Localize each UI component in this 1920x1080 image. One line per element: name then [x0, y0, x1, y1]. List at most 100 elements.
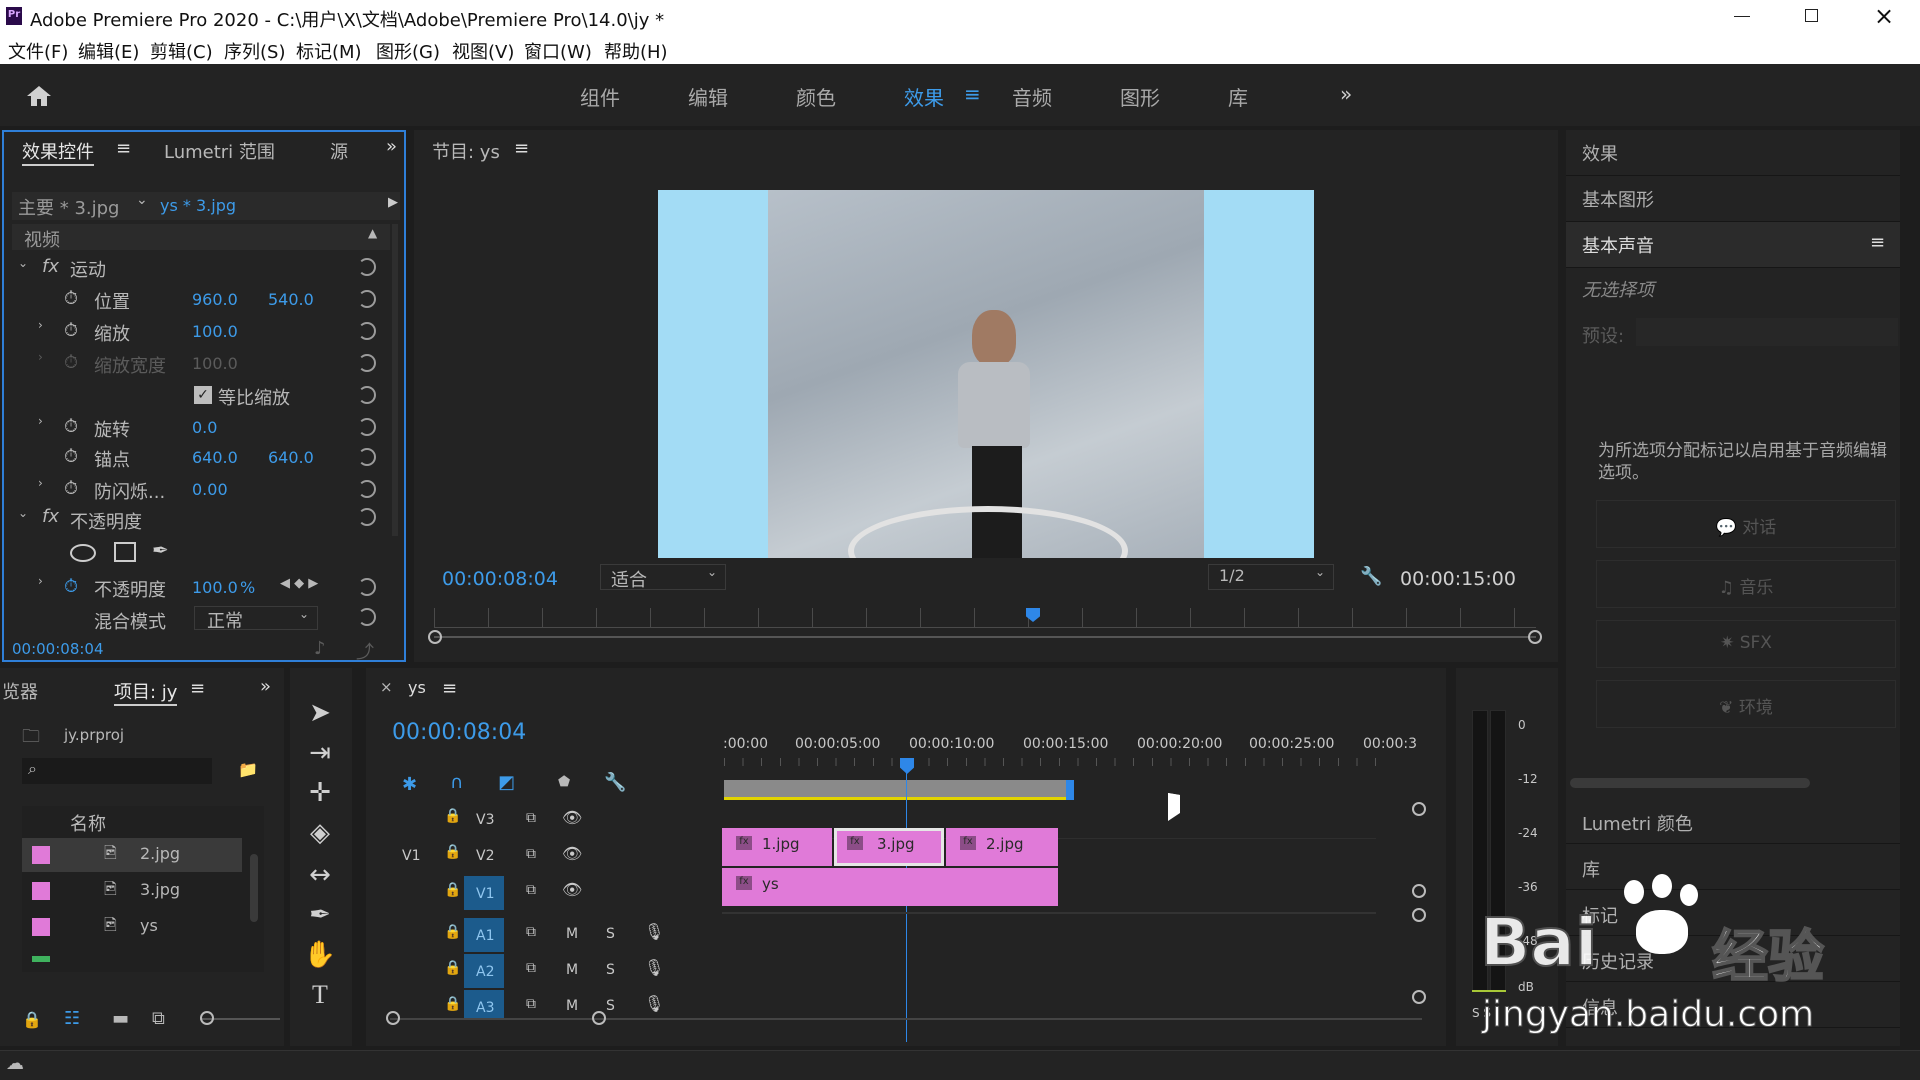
list-item[interactable]: 🖻 2.jpg [22, 838, 242, 872]
workspace-editing[interactable]: 编辑 [688, 82, 728, 111]
pen-tool-icon[interactable]: ✒ [300, 900, 340, 930]
sfx-button[interactable]: ✷ SFX [1596, 620, 1896, 668]
sync-lock-icon[interactable]: ⧉ [526, 882, 536, 898]
menu-sequence[interactable]: 序列(S) [224, 38, 285, 64]
solo-button[interactable]: S [606, 962, 615, 978]
home-icon[interactable] [26, 84, 52, 108]
timeline-settings-wrench-icon[interactable]: 🔧 [604, 772, 626, 793]
effects-panel-header[interactable]: 效果 [1566, 130, 1900, 176]
anchor-x-value[interactable]: 640.0 [192, 448, 238, 467]
reset-opacity-section-icon[interactable] [358, 508, 376, 526]
workspace-color[interactable]: 颜色 [796, 82, 836, 111]
snap-icon[interactable]: ✱ [402, 774, 417, 795]
work-area-bar[interactable] [724, 780, 1070, 800]
track-label-a1[interactable]: A1 [476, 928, 494, 944]
reset-anchor-icon[interactable] [358, 448, 376, 466]
work-area-end-handle[interactable] [1066, 780, 1074, 800]
track-label-v3[interactable]: V3 [476, 812, 494, 828]
uniform-scale-checkbox[interactable]: ✓ [194, 386, 212, 404]
tab-source[interactable]: 源 [330, 138, 348, 164]
music-button[interactable]: ♫ 音乐 [1596, 560, 1896, 608]
hand-tool-icon[interactable]: ✋ [300, 940, 340, 970]
reset-scale-width-icon[interactable] [358, 354, 376, 372]
panel-overflow-icon[interactable]: » [386, 136, 397, 157]
ripple-edit-tool-icon[interactable]: ✛ [300, 778, 340, 808]
timeline-ruler-ticks[interactable] [724, 758, 1376, 766]
vertical-scroll-handle-bottom[interactable] [1412, 884, 1426, 898]
lock-track-icon[interactable]: 🔒 [444, 808, 461, 824]
sequence-tab[interactable]: ys [408, 678, 426, 697]
opacity-value[interactable]: 100.0 [192, 578, 238, 597]
essential-sound-menu-icon[interactable]: ≡ [1870, 232, 1885, 253]
project-scrollbar[interactable] [250, 854, 258, 922]
icon-view-icon[interactable]: ▬ [112, 1008, 129, 1029]
menu-view[interactable]: 视图(V) [452, 38, 514, 64]
list-view-icon[interactable]: ☷ [64, 1008, 80, 1029]
razor-tool-icon[interactable]: ◈ [300, 818, 340, 848]
workspace-effects[interactable]: 效果 [904, 82, 944, 111]
sequence-clip-label[interactable]: ys * 3.jpg [160, 196, 236, 215]
sync-lock-icon[interactable]: ⧉ [526, 996, 536, 1012]
expand-opacity-icon[interactable]: ⌄ [18, 506, 28, 520]
menu-edit[interactable]: 编辑(E) [78, 38, 139, 64]
sync-lock-icon[interactable]: ⧉ [526, 960, 536, 976]
timeline-playhead-head[interactable] [900, 758, 914, 774]
position-y-value[interactable]: 540.0 [268, 290, 314, 309]
sync-lock-icon[interactable]: ⧉ [526, 810, 536, 826]
workspace-overflow-icon[interactable]: » [1340, 82, 1352, 106]
name-column-header[interactable]: 名称 [70, 810, 106, 836]
workspace-libraries[interactable]: 库 [1228, 82, 1248, 111]
workspace-audio[interactable]: 音频 [1012, 82, 1052, 111]
sync-lock-icon[interactable]: ⧉ [526, 924, 536, 940]
flicker-value[interactable]: 0.00 [192, 480, 228, 499]
source-patch-v1[interactable]: V1 [402, 848, 420, 864]
zoom-slider-handle[interactable] [200, 1011, 214, 1025]
reset-motion-icon[interactable] [358, 258, 376, 276]
eye-icon[interactable]: 👁 [562, 808, 582, 827]
clip-3jpg[interactable]: fx 3.jpg [834, 828, 944, 866]
collapse-up-icon[interactable]: ▲ [368, 226, 377, 240]
dialogue-button[interactable]: 💬 对话 [1596, 500, 1896, 548]
expand-opacity-icon[interactable]: › [38, 574, 43, 588]
expand-rotation-icon[interactable]: › [38, 414, 43, 428]
reset-scale-icon[interactable] [358, 322, 376, 340]
microphone-icon[interactable]: 🎙 [644, 994, 664, 1013]
workspace-assembly[interactable]: 组件 [580, 82, 620, 111]
blend-mode-select[interactable]: 正常 ⌄ [194, 606, 318, 632]
mute-button[interactable]: M [566, 926, 578, 942]
linked-selection-icon[interactable]: ∩ [450, 772, 463, 793]
stopwatch-anchor-icon[interactable]: ⏱ [64, 446, 78, 467]
stopwatch-scale-icon[interactable]: ⏱ [64, 320, 78, 341]
reset-opacity-icon[interactable] [358, 578, 376, 596]
microphone-icon[interactable]: 🎙 [644, 958, 664, 977]
minimize-icon[interactable] [1734, 16, 1750, 17]
chevron-down-icon[interactable]: ⌄ [136, 192, 148, 208]
play-only-icon[interactable]: ▶ [388, 195, 398, 210]
essential-sound-header[interactable]: 基本声音 ≡ [1566, 222, 1900, 268]
horizontal-scroll-handle-right[interactable] [592, 1011, 606, 1025]
menu-marker[interactable]: 标记(M) [296, 38, 362, 64]
type-tool-icon[interactable]: T [300, 980, 340, 1010]
microphone-icon[interactable]: 🎙 [644, 922, 664, 941]
mute-button[interactable]: M [566, 998, 578, 1014]
tab-effect-controls[interactable]: 效果控件 [22, 138, 94, 166]
horizontal-scroll-handle-left[interactable] [386, 1011, 400, 1025]
workspace-graphics[interactable]: 图形 [1120, 82, 1160, 111]
play-audio-icon[interactable]: ♪ [314, 638, 326, 659]
expand-motion-icon[interactable]: ⌄ [18, 256, 28, 270]
track-label-v2[interactable]: V2 [476, 848, 494, 864]
eye-icon[interactable]: 👁 [562, 844, 582, 863]
zoom-handle-right[interactable] [1528, 630, 1542, 644]
reset-flicker-icon[interactable] [358, 480, 376, 498]
reset-rotation-icon[interactable] [358, 418, 376, 436]
panel-menu-icon[interactable]: ≡ [116, 138, 131, 159]
timeline-menu-icon[interactable]: ≡ [442, 678, 457, 699]
ambience-button[interactable]: ❦ 环境 [1596, 680, 1896, 728]
ellipse-mask-icon[interactable] [70, 544, 96, 562]
solo-button[interactable]: S [606, 926, 615, 942]
timeline-timecode[interactable]: 00:00:08:04 [392, 720, 526, 745]
eye-icon[interactable]: 👁 [562, 880, 582, 899]
rectangle-mask-icon[interactable] [114, 542, 136, 562]
preset-select[interactable] [1636, 318, 1898, 346]
reset-uniform-icon[interactable] [358, 386, 376, 404]
